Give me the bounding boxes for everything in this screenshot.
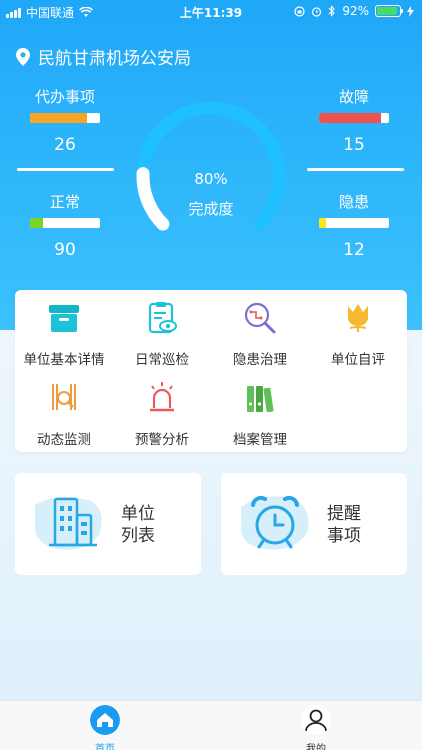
stat-fault-label: 故障	[338, 88, 369, 106]
monitor-chart-icon	[52, 384, 76, 410]
unit-list-text: 单位 列表	[121, 503, 155, 547]
charging-icon	[407, 5, 414, 17]
battery-percent: 92%	[342, 4, 369, 18]
home-icon	[90, 705, 120, 735]
reminders-text: 提醒 事项	[327, 503, 361, 547]
menu-dynamic-monitoring[interactable]: 动态监测	[15, 380, 113, 448]
alarm-light-icon	[150, 382, 174, 412]
reminders-line1: 提醒	[327, 504, 361, 524]
stat-hazard-label: 隐患	[338, 193, 369, 211]
function-menu: 单位基本详情 日常巡检 隐患治理 单位自评 动态监测 预警分析 档案管理	[15, 290, 407, 452]
user-icon	[301, 705, 331, 735]
stat-normal[interactable]: 正常 90	[15, 192, 115, 260]
left-divider	[17, 168, 114, 171]
menu-label: 动态监测	[37, 432, 91, 448]
menu-label: 预警分析	[135, 432, 189, 448]
binders-icon	[247, 386, 274, 413]
stat-hazard[interactable]: 隐患 12	[304, 192, 404, 260]
menu-warning-analysis[interactable]: 预警分析	[113, 380, 211, 448]
tab-bar: 首页 我的	[0, 700, 422, 750]
tulip-icon	[348, 304, 368, 332]
bluetooth-icon	[328, 5, 336, 17]
unit-list-card[interactable]: 单位 列表	[15, 473, 201, 575]
menu-hazard-governance[interactable]: 隐患治理	[211, 300, 309, 368]
menu-daily-inspection[interactable]: 日常巡检	[113, 300, 211, 368]
status-bar: 中国联通 上午11:39 92%	[0, 0, 422, 22]
rotation-lock-icon	[294, 5, 305, 17]
tab-mine-label: 我的	[306, 744, 326, 750]
tab-home-label: 首页	[95, 744, 115, 750]
menu-label: 单位基本详情	[23, 352, 105, 368]
alarm-clock-icon	[240, 495, 309, 550]
location-name: 民航甘肃机场公安局	[38, 49, 191, 69]
right-divider	[307, 168, 404, 171]
stat-hazard-value: 12	[343, 240, 365, 260]
stat-todo-value: 26	[54, 135, 76, 155]
stat-normal-bar	[30, 218, 100, 228]
stat-fault-bar	[319, 113, 389, 123]
unit-list-line1: 单位	[121, 504, 155, 524]
stat-todo[interactable]: 代办事项 26	[15, 87, 115, 155]
magnifier-circuit-icon	[244, 302, 276, 334]
location-pin-icon	[16, 47, 30, 66]
stat-fault-value: 15	[343, 135, 365, 155]
gauge-label: 80% 完成度	[130, 170, 292, 219]
stat-todo-label: 代办事项	[34, 88, 95, 106]
building-icon	[34, 496, 102, 550]
alarm-icon	[312, 6, 322, 17]
battery-icon	[375, 5, 403, 17]
menu-archive-management[interactable]: 档案管理	[211, 380, 309, 448]
gauge-percent: 80%	[194, 170, 228, 188]
menu-label: 档案管理	[233, 432, 287, 448]
gauge-caption: 完成度	[188, 200, 234, 218]
menu-self-evaluation[interactable]: 单位自评	[309, 300, 407, 368]
menu-label: 日常巡检	[135, 352, 189, 368]
archive-box-icon	[49, 305, 79, 332]
clipboard-eye-icon	[148, 302, 177, 334]
stat-normal-label: 正常	[49, 193, 80, 211]
stat-fault[interactable]: 故障 15	[304, 87, 404, 155]
stat-hazard-bar	[319, 218, 389, 228]
unit-list-line2: 列表	[121, 526, 155, 546]
menu-label: 隐患治理	[233, 352, 287, 368]
stat-normal-value: 90	[54, 240, 76, 260]
tab-mine[interactable]: 我的	[286, 705, 346, 750]
menu-label: 单位自评	[331, 352, 385, 368]
reminders-line2: 事项	[327, 526, 361, 546]
stat-todo-bar	[30, 113, 100, 123]
reminders-card[interactable]: 提醒 事项	[221, 473, 407, 575]
tab-home[interactable]: 首页	[75, 705, 135, 750]
location-header[interactable]: 民航甘肃机场公安局	[16, 44, 191, 69]
menu-unit-details[interactable]: 单位基本详情	[15, 300, 113, 368]
